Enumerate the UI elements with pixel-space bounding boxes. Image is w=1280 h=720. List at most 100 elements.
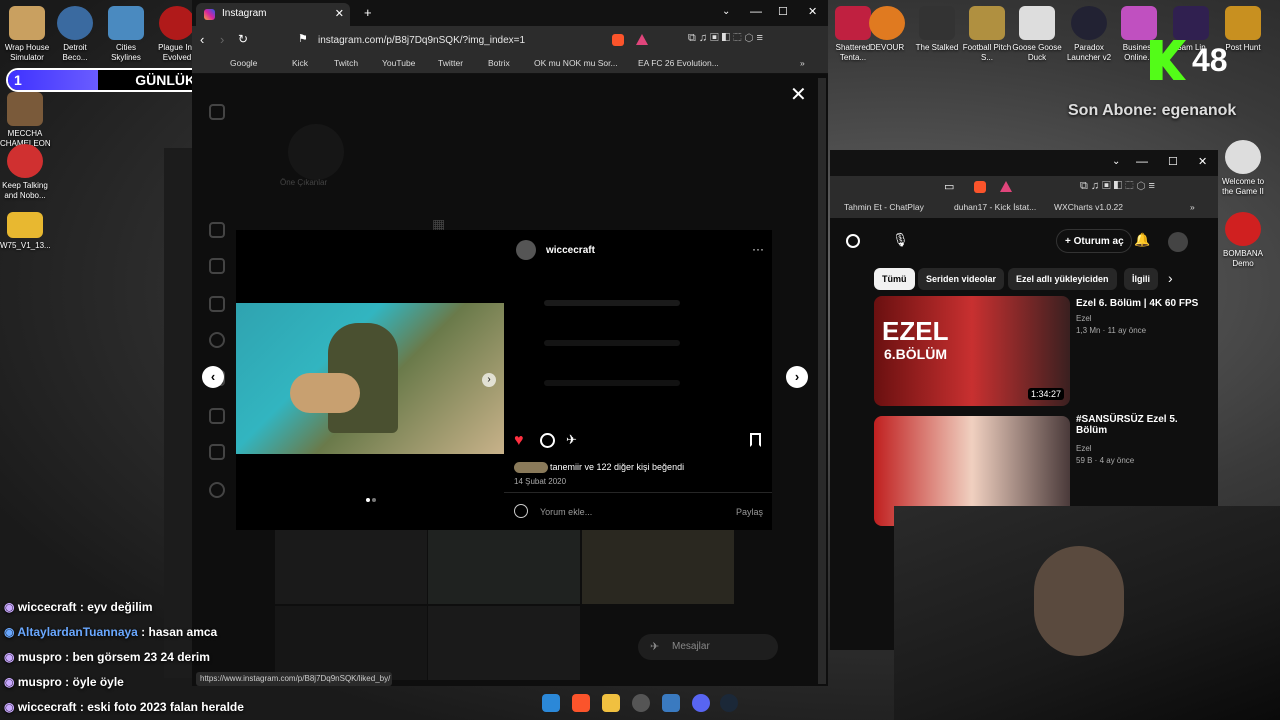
desktop-icon-welcome-game[interactable]: Welcome to the Game II: [1218, 140, 1268, 197]
cast-icon[interactable]: ▭: [944, 180, 954, 193]
dashboard-icon[interactable]: [209, 444, 225, 460]
bookmark-twitch[interactable]: Twitch: [334, 58, 358, 68]
video-title[interactable]: Ezel 6. Bölüm | 4K 60 FPS: [1076, 298, 1198, 309]
desktop-icon-goose[interactable]: Goose Goose Duck: [1012, 6, 1062, 63]
close-modal-icon[interactable]: ✕: [790, 82, 807, 107]
grid-post[interactable]: [275, 530, 427, 604]
bookmark-kick-istat[interactable]: duhan17 - Kick İstat...: [954, 202, 1036, 212]
video-thumbnail[interactable]: EZEL 6.BÖLÜM 1:34:27: [874, 296, 1070, 406]
new-tab-button[interactable]: +: [364, 5, 372, 20]
minimize-button[interactable]: —: [750, 4, 762, 18]
microphone-icon[interactable]: 🎙: [892, 232, 909, 248]
chips-next-icon[interactable]: ›: [1168, 270, 1173, 286]
bookmark-ok-mu-nok[interactable]: OK mu NOK mu Sor...: [534, 58, 618, 68]
file-explorer-icon[interactable]: [602, 694, 620, 712]
brave-rewards-icon[interactable]: [1000, 181, 1012, 192]
steam-icon[interactable]: [720, 694, 738, 712]
bookmark-botrix[interactable]: Botrix: [488, 58, 510, 68]
close-window-button[interactable]: ✕: [1198, 155, 1207, 168]
tab-list-icon[interactable]: ⌄: [722, 6, 730, 17]
grid-post[interactable]: [275, 606, 427, 680]
desktop-icon-paradox[interactable]: Paradox Launcher v2: [1064, 6, 1114, 63]
search-icon[interactable]: [209, 332, 225, 348]
app-taskbar-icon[interactable]: [662, 694, 680, 712]
bookmark-ea-fc[interactable]: EA FC 26 Evolution...: [638, 58, 719, 68]
reels-icon[interactable]: [209, 258, 225, 274]
like-heart-icon[interactable]: ♥: [514, 432, 524, 450]
comment-input[interactable]: Yorum ekle...: [540, 507, 592, 517]
discord-icon[interactable]: [692, 694, 710, 712]
desktop-icon-football[interactable]: Football Pitch S...: [962, 6, 1012, 63]
close-window-button[interactable]: ✕: [808, 5, 817, 18]
brave-rewards-icon[interactable]: [636, 34, 648, 45]
minimize-button[interactable]: —: [1136, 154, 1148, 168]
post-username[interactable]: wiccecraft: [546, 245, 595, 256]
share-comment-button[interactable]: Paylaş: [736, 507, 763, 517]
next-post-button[interactable]: ›: [786, 366, 808, 388]
bookmark-icon[interactable]: ⚑: [298, 32, 308, 45]
bookmark-google[interactable]: Google: [230, 58, 257, 68]
extensions-icon[interactable]: ⧉ ♫ ▣ ◧ ⬚ ⬡ ≡: [1080, 180, 1155, 193]
messages-pill[interactable]: ✈ Mesajlar: [638, 634, 778, 660]
home-icon[interactable]: [209, 222, 225, 238]
comment-icon[interactable]: [540, 433, 555, 448]
chip-all[interactable]: Tümü: [874, 268, 915, 290]
tab-list-icon[interactable]: ⌄: [1112, 156, 1120, 167]
chip-related[interactable]: İlgili: [1124, 268, 1158, 290]
maximize-button[interactable]: ☐: [1168, 155, 1178, 168]
more-options-icon[interactable]: ···: [752, 242, 764, 256]
desktop-icon-keep-talking[interactable]: Keep Talking and Nobo...: [0, 144, 50, 201]
bookmark-youtube[interactable]: YouTube: [382, 58, 415, 68]
desktop-icon-wrap-house[interactable]: Wrap House Simulator: [2, 6, 52, 63]
bookmark-tahmin-et[interactable]: Tahmin Et - ChatPlay: [844, 202, 924, 212]
extensions-icon[interactable]: ⧉ ♫ ▣ ◧ ⬚ ⬡ ≡: [688, 32, 763, 45]
likes-text[interactable]: tanemiir ve 122 diğer kişi beğendi: [550, 462, 684, 472]
grid-post[interactable]: [428, 606, 580, 680]
bell-icon[interactable]: 🔔: [1134, 232, 1150, 248]
bookmarks-overflow-icon[interactable]: »: [800, 58, 805, 68]
avatar[interactable]: [516, 240, 536, 260]
brave-taskbar-icon[interactable]: [572, 694, 590, 712]
search-icon[interactable]: [846, 234, 860, 248]
channel-name[interactable]: Ezel: [1076, 314, 1092, 323]
instagram-logo-icon[interactable]: [209, 104, 225, 120]
brave-shield-icon[interactable]: [974, 181, 986, 193]
scrollbar[interactable]: [818, 78, 826, 684]
obs-icon[interactable]: [632, 694, 650, 712]
emoji-icon[interactable]: [514, 504, 528, 518]
bookmark-kick[interactable]: Kick: [292, 58, 308, 68]
carousel-next-icon[interactable]: ›: [482, 373, 496, 387]
previous-post-button[interactable]: ‹: [202, 366, 224, 388]
messages-icon[interactable]: [209, 296, 225, 312]
sign-in-button[interactable]: + Oturum aç: [1056, 229, 1132, 253]
grid-post[interactable]: [582, 530, 734, 604]
start-menu-icon[interactable]: [542, 694, 560, 712]
bookmark-twitter[interactable]: Twitter: [438, 58, 463, 68]
desktop-icon-cities[interactable]: Cities Skylines: [101, 6, 151, 63]
chip-series[interactable]: Seriden videolar: [918, 268, 1005, 290]
tab-instagram[interactable]: Instagram ✕: [196, 3, 350, 26]
bookmark-wxcharts[interactable]: WXCharts v1.0.22: [1054, 202, 1123, 212]
desktop-icon-meccha[interactable]: MECCHA CHAMELEON: [0, 92, 51, 149]
avatar[interactable]: [1168, 232, 1188, 252]
desktop-icon-stalked[interactable]: The Stalked: [912, 6, 962, 53]
back-icon[interactable]: ‹: [200, 32, 204, 47]
desktop-icon-folder[interactable]: W75_V1_13...: [0, 212, 51, 251]
forward-icon[interactable]: ›: [220, 32, 224, 47]
grid-post[interactable]: [428, 530, 580, 604]
brave-shield-icon[interactable]: [612, 34, 624, 46]
maximize-button[interactable]: ☐: [778, 5, 788, 18]
chip-uploader[interactable]: Ezel adlı yükleyiciden: [1008, 268, 1117, 290]
url-input[interactable]: instagram.com/p/B8j7Dq9nSQK/?img_index=1: [318, 30, 618, 50]
video-title[interactable]: #SANSÜRSÜZ Ezel 5. Bölüm: [1076, 414, 1186, 436]
desktop-icon-bombana[interactable]: BOMBANA Demo: [1218, 212, 1268, 269]
bookmarks-overflow-icon[interactable]: »: [1190, 202, 1195, 212]
profile-avatar-icon[interactable]: [209, 482, 225, 498]
desktop-icon-detroit[interactable]: Detroit Beco...: [50, 6, 100, 63]
reload-icon[interactable]: ↻: [238, 32, 248, 46]
close-tab-icon[interactable]: ✕: [335, 7, 344, 20]
share-icon[interactable]: ✈: [566, 432, 577, 448]
highlight-circle[interactable]: [288, 124, 344, 180]
channel-name[interactable]: Ezel: [1076, 444, 1092, 453]
desktop-icon-devour[interactable]: DEVOUR: [862, 6, 912, 53]
